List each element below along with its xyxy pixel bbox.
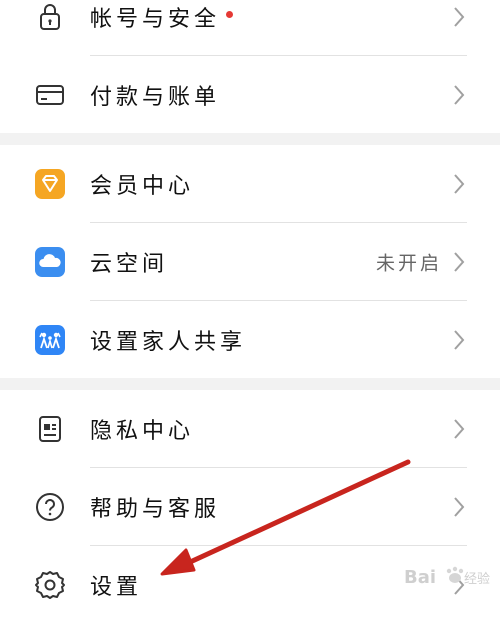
family-icon	[33, 323, 67, 357]
chevron-right-icon	[454, 252, 465, 272]
lock-icon	[33, 0, 67, 34]
menu-item-label: 云空间	[90, 252, 169, 277]
chevron-right-icon	[454, 419, 465, 439]
menu-item-label: 设置家人共享	[90, 330, 247, 355]
privacy-card-icon	[33, 412, 67, 446]
diamond-icon	[33, 167, 67, 201]
chevron-right-icon	[454, 85, 465, 105]
card-icon	[33, 78, 67, 112]
chevron-right-icon	[454, 330, 465, 350]
menu-item-label: 付款与账单	[90, 85, 221, 110]
svg-text:Bai: Bai	[404, 567, 436, 588]
chevron-right-icon	[454, 497, 465, 517]
menu-item-label: 会员中心	[90, 174, 195, 199]
menu-item-member-center[interactable]: 会员中心	[0, 145, 500, 223]
menu-item-payment-billing[interactable]: 付款与账单	[0, 56, 500, 134]
menu-item-privacy-center[interactable]: 隐私中心	[0, 390, 500, 468]
menu-item-account-security[interactable]: 帐号与安全	[0, 0, 500, 56]
menu-item-family-sharing[interactable]: 设置家人共享	[0, 301, 500, 379]
menu-item-label: 帐号与安全	[90, 1, 234, 33]
svg-text:经验: 经验	[464, 571, 490, 587]
chevron-right-icon	[454, 7, 465, 27]
chevron-right-icon	[454, 174, 465, 194]
cloud-icon	[33, 245, 67, 279]
menu-item-help-service[interactable]: 帮助与客服	[0, 468, 500, 546]
menu-item-label: 隐私中心	[90, 419, 195, 444]
menu-item-label: 设置	[90, 575, 143, 600]
cloud-status-value: 未开启	[375, 252, 442, 275]
gear-icon	[33, 568, 67, 602]
help-icon	[33, 490, 67, 524]
section-gap	[0, 133, 500, 145]
menu-item-cloud-space[interactable]: 云空间 未开启	[0, 223, 500, 301]
watermark-logo: Bai 经验	[404, 564, 494, 594]
notification-badge	[226, 10, 234, 18]
menu-item-label: 帮助与客服	[90, 497, 221, 522]
section-gap	[0, 378, 500, 390]
